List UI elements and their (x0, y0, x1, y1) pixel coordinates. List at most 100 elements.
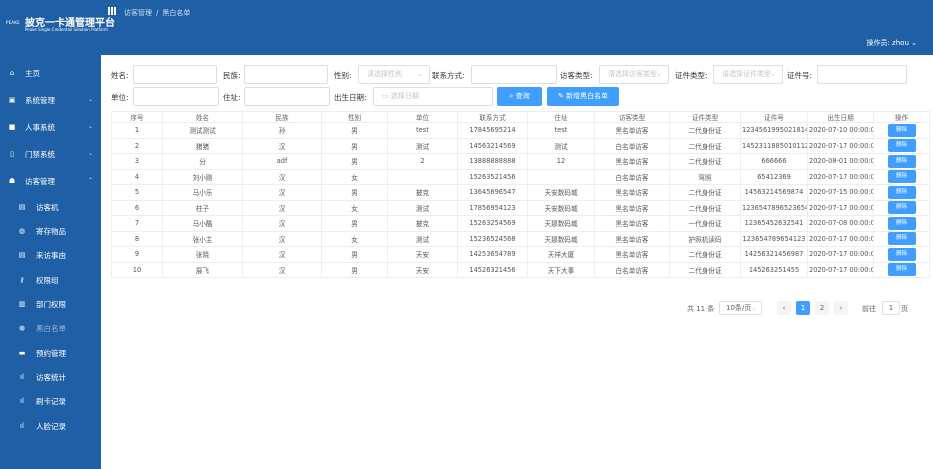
delete-button[interactable]: 删除 (887, 216, 916, 230)
unit-input[interactable] (133, 87, 219, 106)
sidebar-item-storage[interactable]: ◍ 寄存物品 (0, 222, 101, 240)
table-cell: 黑名单访客 (594, 153, 670, 170)
page-size-select[interactable]: 10条/页 ⌄ (719, 301, 762, 315)
sidebar-item-booking[interactable]: ▬ 预约管理 (0, 344, 101, 362)
add-blacklist-button[interactable]: ✎ 新增黑白名单 (547, 87, 619, 106)
goto-page-input[interactable]: 1 (882, 301, 900, 315)
next-page-button[interactable]: › (834, 301, 848, 315)
table-cell: 汉 (242, 215, 322, 232)
page-button[interactable]: 1 (796, 301, 810, 315)
table-cell: test (527, 122, 595, 139)
app-subtitle: Peake Single Credential Solution Platfor… (25, 27, 108, 32)
table-cell: 2 (111, 137, 163, 154)
sidebar: ⌂ 主页 ▣ 系统管理 ⌄ ■ 人事系统 ⌄ ▯ 门禁系统 ⌄ ☗ 访客管理 ⌃ ▤ 访客机 ◍ 寄存… (0, 55, 101, 469)
edit-icon: ✎ (557, 92, 564, 100)
unit-label: 单位: (111, 93, 129, 102)
chevron-down-icon: ⌄ (87, 123, 93, 130)
table-cell: 马小酷 (162, 215, 243, 232)
table-cell-actions: 删除 (873, 153, 930, 170)
chevron-down-icon: ⌄ (87, 96, 93, 103)
delete-button[interactable]: 删除 (887, 232, 916, 246)
chevron-down-icon: ⌄ (87, 150, 93, 157)
table-cell: 女 (321, 230, 388, 247)
id-type-placeholder: 请选择证件类型 (722, 70, 771, 78)
sidebar-item-blacklist[interactable]: ● 黑白名单 (0, 319, 101, 337)
table-cell: 测试 (387, 230, 458, 247)
table-cell: 14563214569 (457, 137, 528, 154)
pagination: 共 11 条 10条/页 ⌄ ‹ 1 2 › 前往 1 页 (101, 301, 933, 315)
system-icon: ▣ (8, 96, 16, 104)
table-cell: 2020-07-17 00:00:00 (807, 199, 874, 216)
table-cell-actions: 删除 (873, 184, 930, 201)
calendar-icon: ▬ (18, 349, 26, 357)
table-cell: 14563214569874 (740, 184, 808, 201)
id-no-input[interactable] (817, 65, 907, 84)
menu-toggle-icon[interactable] (108, 7, 116, 15)
table-cell-actions: 删除 (873, 261, 930, 278)
delete-button[interactable]: 删除 (887, 185, 916, 199)
table-cell: 白名单访客 (594, 261, 670, 278)
table-cell: 男 (321, 246, 388, 263)
home-icon: ⌂ (9, 69, 15, 77)
table-cell: 17856954123 (457, 199, 528, 216)
table-row: 6 柱子汉女测试 17856954123 天安数码城 黑名单访客 二代身份证 1236547… (111, 199, 930, 216)
sidebar-item-reason[interactable]: ▤ 来访事由 (0, 246, 101, 264)
sidebar-item-kiosk[interactable]: ▤ 访客机 (0, 198, 101, 216)
name-input[interactable] (133, 65, 217, 84)
page-button[interactable]: 2 (815, 301, 829, 315)
sidebar-item-card-records[interactable]: ıl 刷卡记录 (0, 392, 101, 410)
delete-button[interactable]: 删除 (887, 170, 916, 184)
contact-input[interactable] (471, 65, 557, 84)
table-cell: 汉 (242, 199, 322, 216)
address-label: 住址: (223, 93, 241, 102)
delete-button[interactable]: 删除 (887, 201, 916, 215)
sidebar-item-visitor[interactable]: ☗ 访客管理 ⌃ (0, 172, 101, 190)
column-header: 民族 (242, 111, 322, 123)
search-icon: ⌕ (509, 92, 514, 100)
sidebar-item-stats[interactable]: ıl 访客统计 (0, 368, 101, 386)
delete-button[interactable]: 删除 (887, 247, 916, 261)
chart-icon: ıl (20, 373, 24, 381)
prev-page-button[interactable]: ‹ (777, 301, 791, 315)
ethnic-input[interactable] (244, 65, 328, 84)
sidebar-item-label: 黑白名单 (36, 323, 66, 333)
sidebar-item-label: 部门权限 (36, 299, 66, 309)
id-type-select[interactable]: 请选择证件类型 ⌄ (713, 65, 783, 84)
operator-menu[interactable]: 操作员: zhou ⌄ (866, 38, 917, 48)
delete-button[interactable]: 删除 (887, 123, 916, 137)
breadcrumb-item[interactable]: 访客管理 (124, 9, 152, 17)
table-cell: 天下大事 (527, 261, 595, 278)
visitor-type-select[interactable]: 请选择访客类型 ⌄ (599, 65, 669, 84)
table-cell: 黑名单访客 (594, 184, 670, 201)
table-cell: 黑名单访客 (594, 122, 670, 139)
sidebar-item-face-records[interactable]: ıl 人脸记录 (0, 417, 101, 435)
table-cell: 2020-07-17 00:00:00 (807, 246, 874, 263)
user-icon: ● (18, 324, 26, 332)
sidebar-item-access[interactable]: ▯ 门禁系统 ⌄ (0, 145, 101, 163)
gender-select[interactable]: 请选择性别 ⌄ (358, 65, 430, 84)
sidebar-item-home[interactable]: ⌂ 主页 (0, 64, 101, 82)
sidebar-item-label: 访客统计 (36, 372, 66, 382)
table-cell: 65412369 (740, 168, 808, 185)
chevron-down-icon: ⌄ (417, 70, 423, 78)
operator-label[interactable]: 操作员: zhou (866, 39, 908, 47)
table-row: 3 分 adf 男 2 13888888888 12 黑名单访客 二代身份证 666666 2020… (111, 153, 930, 170)
table-cell: 10 (111, 261, 163, 278)
search-button[interactable]: ⌕ 查询 (497, 87, 542, 106)
table-cell: 汉 (242, 137, 322, 154)
sidebar-item-dept-permission[interactable]: ▥ 部门权限 (0, 295, 101, 313)
table-cell: 14253654789 (457, 246, 528, 263)
delete-button[interactable]: 删除 (887, 154, 916, 168)
sidebar-item-hr[interactable]: ■ 人事系统 ⌄ (0, 118, 101, 136)
column-header: 联系方式 (457, 111, 528, 123)
delete-button[interactable]: 删除 (887, 263, 916, 277)
delete-button[interactable]: 删除 (887, 139, 916, 153)
birth-date-picker[interactable]: ▭ 选择日期 (373, 87, 493, 106)
sidebar-item-label: 预约管理 (36, 348, 66, 358)
sidebar-item-permission[interactable]: ⚷ 权限组 (0, 271, 101, 289)
address-input[interactable] (244, 87, 330, 106)
sidebar-item-system[interactable]: ▣ 系统管理 ⌄ (0, 91, 101, 109)
table-cell: 15263254569 (457, 215, 528, 232)
logo-mark: PEAKE (6, 20, 20, 25)
visitor-icon: ☗ (8, 177, 16, 185)
